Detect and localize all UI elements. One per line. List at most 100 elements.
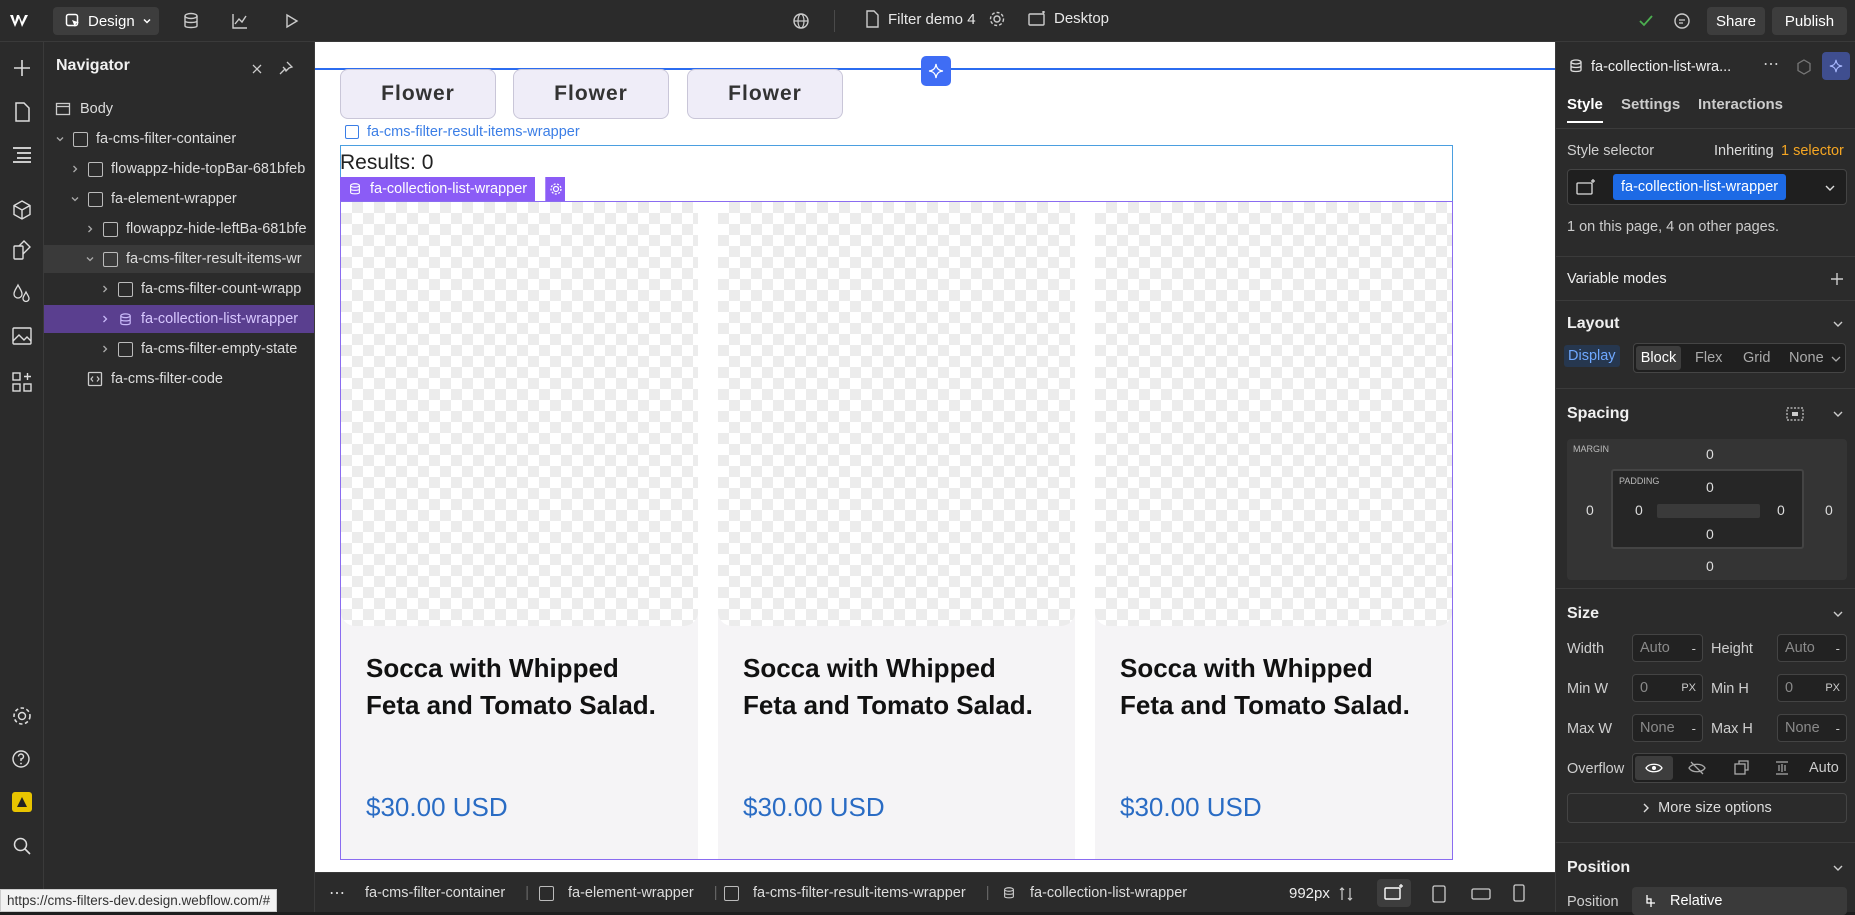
chevron-right-icon[interactable]	[98, 342, 112, 356]
display-label[interactable]: Display	[1564, 345, 1620, 367]
chevron-down-icon[interactable]	[1832, 409, 1844, 419]
apps-icon[interactable]	[10, 370, 34, 394]
padding-box[interactable]: PADDING 0 0 0 0	[1611, 469, 1804, 549]
tab-style[interactable]: Style	[1567, 96, 1603, 113]
breadcrumb-item[interactable]: fa-element-wrapper |	[539, 885, 718, 901]
desktop-breakpoint-button[interactable]	[1377, 879, 1411, 907]
design-mode-button[interactable]: Design	[53, 7, 159, 35]
chevron-right-icon[interactable]	[68, 162, 82, 176]
eye-off-icon[interactable]	[1688, 761, 1706, 775]
chevron-down-icon[interactable]	[1831, 355, 1841, 363]
preview-play-icon[interactable]	[281, 11, 301, 31]
chevron-down-icon[interactable]	[1824, 183, 1836, 193]
min-height-input[interactable]: 0 PX	[1777, 674, 1847, 702]
overflow-scroll-icon[interactable]	[1733, 760, 1749, 776]
chevron-down-icon[interactable]	[68, 192, 82, 206]
search-icon[interactable]	[10, 834, 34, 858]
tab-settings[interactable]: Settings	[1621, 96, 1680, 113]
components-cube-icon[interactable]	[10, 198, 34, 222]
margin-right-value[interactable]: 0	[1825, 502, 1833, 518]
max-height-input[interactable]: None -	[1777, 714, 1847, 742]
element-settings-gear-icon[interactable]	[545, 177, 565, 201]
tab-interactions[interactable]: Interactions	[1698, 96, 1783, 113]
tablet-breakpoint-icon[interactable]	[1431, 885, 1447, 903]
chevron-right-icon[interactable]	[83, 222, 97, 236]
ai-assistant-button[interactable]	[921, 56, 951, 86]
warning-icon[interactable]	[12, 792, 32, 812]
overflow-visible-option[interactable]	[1635, 756, 1673, 780]
position-select[interactable]: Relative	[1632, 887, 1847, 915]
padding-top-value[interactable]: 0	[1706, 479, 1714, 495]
inheriting-count-link[interactable]: 1 selector	[1781, 143, 1844, 159]
collection-item-card[interactable]: Socca with Whipped Feta and Tomato Salad…	[341, 202, 698, 859]
display-block-option[interactable]: Block	[1636, 346, 1681, 370]
share-button[interactable]: Share	[1707, 7, 1765, 35]
more-options-icon[interactable]: ⋯	[1763, 54, 1779, 74]
chevron-down-icon[interactable]	[53, 132, 67, 146]
page-settings-gear-icon[interactable]	[988, 10, 1006, 28]
tree-item-fa-element-wrapper[interactable]: fa-element-wrapper	[44, 185, 314, 213]
navigator-icon[interactable]	[10, 142, 34, 166]
chevron-down-icon[interactable]	[83, 252, 97, 266]
more-size-options-button[interactable]: More size options	[1567, 793, 1847, 823]
tree-item-fa-cms-filter-empty-state[interactable]: fa-cms-filter-empty-state	[44, 335, 314, 363]
tree-item-fa-cms-filter-code[interactable]: fa-cms-filter-code	[44, 365, 314, 393]
design-canvas[interactable]: Flower Flower Flower fa-cms-filter-resul…	[315, 42, 1555, 872]
tree-item-fa-collection-list-wrapper[interactable]: fa-collection-list-wrapper	[44, 305, 314, 333]
padding-bottom-value[interactable]: 0	[1706, 526, 1714, 542]
padding-left-value[interactable]: 0	[1635, 502, 1643, 518]
tree-item-body[interactable]: Body	[44, 95, 314, 123]
overflow-segmented-control[interactable]: Auto	[1632, 753, 1847, 783]
display-flex-option[interactable]: Flex	[1695, 350, 1722, 366]
max-width-input[interactable]: None -	[1632, 714, 1703, 742]
margin-left-value[interactable]: 0	[1586, 502, 1594, 518]
chevron-down-icon[interactable]	[1832, 863, 1844, 873]
tree-item-fa-cms-filter-container[interactable]: fa-cms-filter-container	[44, 125, 314, 153]
settings-gear-icon[interactable]	[10, 704, 34, 728]
min-height-unit[interactable]: PX	[1825, 682, 1840, 694]
breadcrumb-item[interactable]: fa-collection-list-wrapper	[1002, 885, 1187, 901]
add-plus-icon[interactable]	[1830, 272, 1844, 286]
ai-style-button[interactable]	[1822, 52, 1850, 80]
chevron-down-icon[interactable]	[1832, 609, 1844, 619]
breakpoint-selector[interactable]: Desktop	[1028, 10, 1109, 27]
tree-item-fa-cms-filter-count-wrapper[interactable]: fa-cms-filter-count-wrapp	[44, 275, 314, 303]
tree-item-fa-cms-filter-result-items-wrapper[interactable]: fa-cms-filter-result-items-wr	[44, 245, 314, 273]
pages-icon[interactable]	[10, 100, 34, 124]
publish-button[interactable]: Publish	[1772, 7, 1847, 35]
webflow-logo-icon[interactable]	[8, 10, 34, 32]
mobile-landscape-breakpoint-icon[interactable]	[1471, 886, 1491, 902]
padding-right-value[interactable]: 0	[1777, 502, 1785, 518]
globe-icon[interactable]	[791, 11, 811, 31]
overflow-auto-option[interactable]: Auto	[1809, 760, 1839, 776]
tree-item-flowappz-hide-leftbar[interactable]: flowappz-hide-leftBa-681bfe	[44, 215, 314, 243]
display-grid-option[interactable]: Grid	[1743, 350, 1770, 366]
chevron-right-icon[interactable]	[98, 282, 112, 296]
collection-item-card[interactable]: Socca with Whipped Feta and Tomato Salad…	[1095, 202, 1452, 859]
filter-tag-button[interactable]: Flower	[687, 69, 843, 119]
spacing-preset-icon[interactable]	[1785, 406, 1805, 422]
height-input[interactable]: Auto -	[1777, 634, 1847, 662]
page-selector[interactable]: Filter demo 4	[864, 10, 1006, 28]
width-input[interactable]: Auto -	[1632, 634, 1703, 662]
selected-element-tag[interactable]: fa-collection-list-wrapper	[340, 177, 536, 201]
analytics-icon[interactable]	[230, 11, 250, 31]
assets-image-icon[interactable]	[10, 324, 34, 348]
pin-icon[interactable]	[278, 60, 294, 76]
mobile-portrait-breakpoint-icon[interactable]	[1512, 884, 1526, 902]
margin-box[interactable]: MARGIN 0 0 0 0 PADDING 0 0 0 0	[1567, 439, 1847, 580]
cms-database-icon[interactable]	[181, 11, 201, 31]
component-cube-icon[interactable]	[1795, 58, 1813, 76]
filter-tag-button[interactable]: Flower	[513, 69, 669, 119]
min-width-input[interactable]: 0 PX	[1632, 674, 1703, 702]
collapse-all-icon[interactable]	[250, 62, 264, 76]
display-none-option[interactable]: None	[1789, 350, 1824, 366]
more-crumbs-icon[interactable]: ⋯	[329, 883, 345, 903]
overflow-clip-icon[interactable]	[1774, 760, 1790, 776]
help-icon[interactable]	[10, 746, 34, 770]
margin-bottom-value[interactable]: 0	[1706, 558, 1714, 574]
comments-icon[interactable]	[1672, 11, 1692, 31]
selector-chip[interactable]: fa-collection-list-wrapper	[1613, 174, 1787, 200]
min-width-unit[interactable]: PX	[1681, 682, 1696, 694]
chevron-down-icon[interactable]	[1832, 319, 1844, 329]
